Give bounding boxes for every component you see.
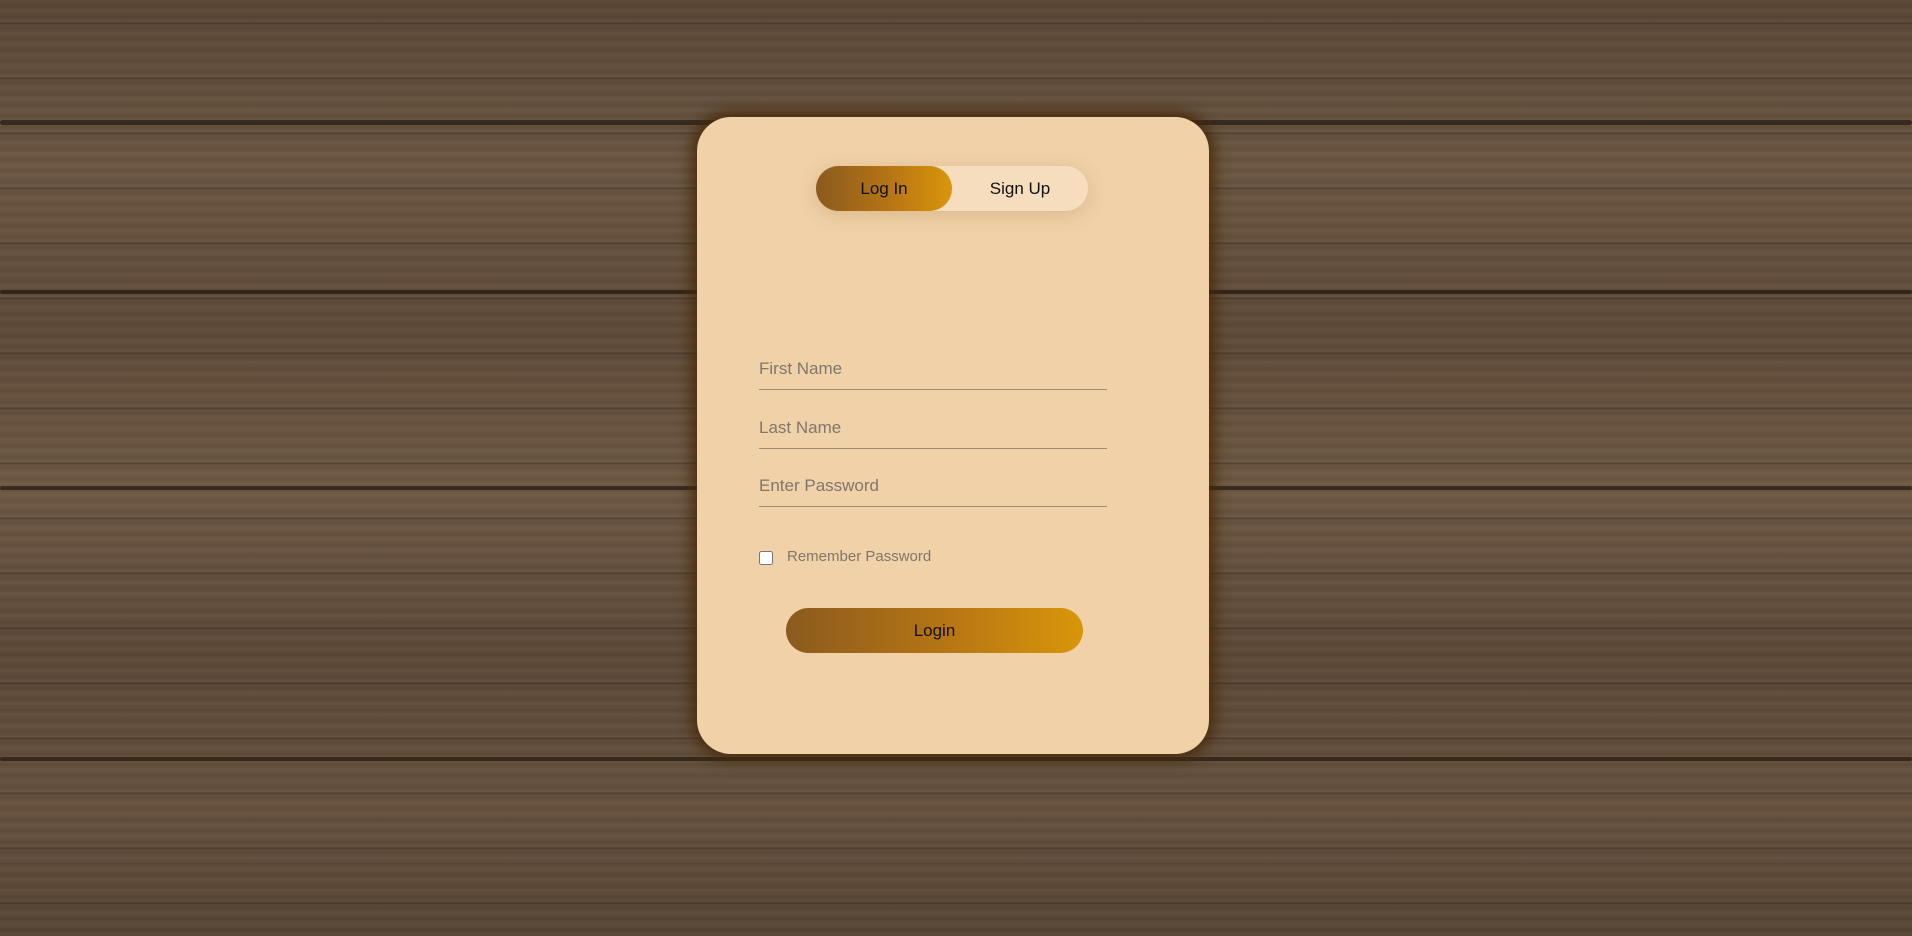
tab-log-in[interactable]: Log In — [816, 166, 952, 211]
wood-crack — [0, 757, 1912, 761]
auth-card: Log In Sign Up Remember Password Login — [697, 117, 1209, 754]
last-name-input[interactable] — [759, 408, 1107, 449]
auth-mode-toggle: Log In Sign Up — [816, 166, 1088, 211]
login-button[interactable]: Login — [786, 608, 1083, 653]
tab-sign-up[interactable]: Sign Up — [952, 166, 1088, 211]
remember-password-row[interactable]: Remember Password — [759, 547, 932, 565]
password-input[interactable] — [759, 466, 1107, 507]
first-name-input[interactable] — [759, 349, 1107, 390]
remember-password-label: Remember Password — [787, 547, 932, 565]
page: { "colors": { "card_background": "#f0d1a… — [0, 0, 1912, 936]
remember-password-checkbox[interactable] — [759, 551, 773, 565]
